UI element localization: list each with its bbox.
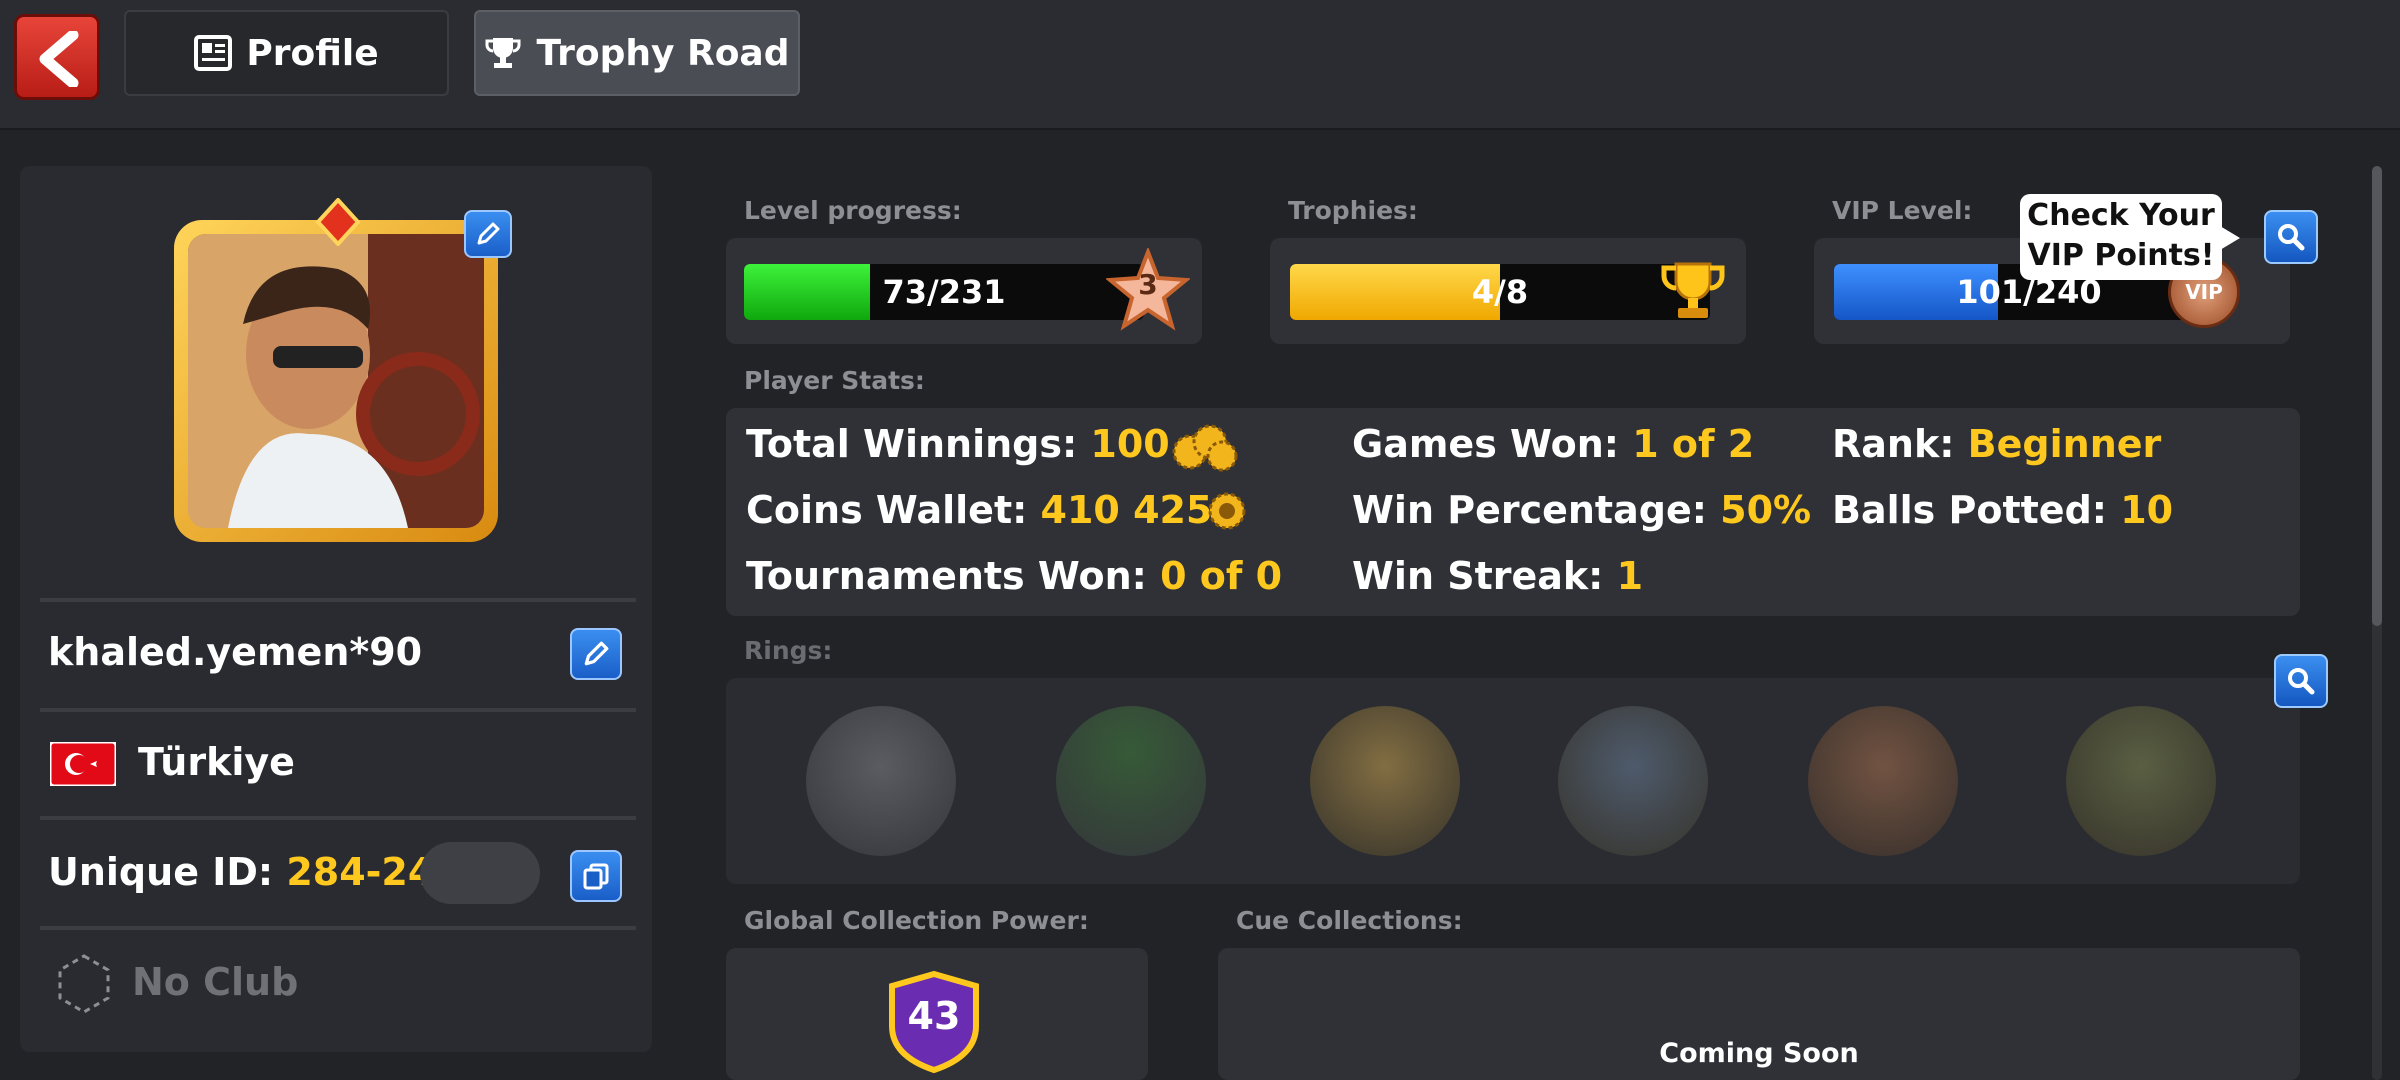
total-winnings-value: 100 bbox=[1090, 422, 1170, 466]
divider bbox=[40, 708, 636, 712]
profile-card-icon bbox=[194, 35, 233, 71]
level-number: 3 bbox=[1138, 268, 1158, 301]
player-stats-label: Player Stats: bbox=[744, 366, 925, 395]
avatar-gem-icon bbox=[315, 198, 361, 246]
back-button[interactable] bbox=[14, 14, 100, 100]
avatar-image bbox=[188, 234, 484, 528]
tab-trophy-road-label: Trophy Road bbox=[536, 32, 790, 74]
rank-label: Rank: bbox=[1832, 422, 1955, 466]
games-won-label: Games Won: bbox=[1352, 422, 1619, 466]
search-icon bbox=[2278, 224, 2305, 251]
ring-5-icon[interactable] bbox=[1808, 706, 1958, 856]
win-percentage-value: 50% bbox=[1720, 488, 1812, 532]
tournaments-won-value: 0 of 0 bbox=[1160, 554, 1283, 598]
games-won-value: 1 of 2 bbox=[1632, 422, 1755, 466]
trophies-text: 4/8 bbox=[1471, 273, 1529, 311]
tab-trophy-road[interactable]: Trophy Road bbox=[474, 10, 800, 96]
level-star-badge: 3 bbox=[1104, 246, 1192, 332]
level-progress-label: Level progress: bbox=[744, 196, 962, 225]
games-won-row: Games Won: 1 of 2 bbox=[1352, 422, 1754, 466]
cue-collections-label: Cue Collections: bbox=[1236, 906, 1463, 935]
collection-power-value: 43 bbox=[907, 994, 961, 1038]
rings-search-button[interactable] bbox=[2274, 654, 2328, 708]
edit-avatar-button[interactable] bbox=[464, 210, 512, 258]
ring-2-icon[interactable] bbox=[1056, 706, 1206, 856]
pencil-icon bbox=[477, 222, 500, 245]
balls-potted-label: Balls Potted: bbox=[1832, 488, 2107, 532]
global-collection-power-label: Global Collection Power: bbox=[744, 906, 1089, 935]
coins-wallet-value: 410 425 bbox=[1040, 488, 1213, 532]
tournaments-won-row: Tournaments Won: 0 of 0 bbox=[746, 554, 1282, 598]
copy-id-button[interactable] bbox=[570, 850, 622, 902]
avatar[interactable] bbox=[174, 220, 498, 542]
total-winnings-label: Total Winnings: bbox=[746, 422, 1078, 466]
divider bbox=[40, 926, 636, 930]
edit-username-button[interactable] bbox=[570, 628, 622, 680]
tab-profile-label: Profile bbox=[246, 32, 379, 74]
coins-wallet-label: Coins Wallet: bbox=[746, 488, 1028, 532]
back-arrow-icon bbox=[39, 31, 79, 87]
trophies-label: Trophies: bbox=[1288, 196, 1418, 225]
username: khaled.yemen*90 bbox=[48, 630, 423, 674]
coin-icon bbox=[1208, 492, 1246, 530]
trophies-bar: 4/8 bbox=[1290, 264, 1710, 320]
win-streak-row: Win Streak: 1 bbox=[1352, 554, 1643, 598]
id-redaction bbox=[420, 842, 540, 904]
unique-id-label: Unique ID: bbox=[48, 850, 274, 894]
balls-potted-row: Balls Potted: 10 bbox=[1832, 488, 2173, 532]
balls-potted-value: 10 bbox=[2120, 488, 2174, 532]
win-streak-label: Win Streak: bbox=[1352, 554, 1604, 598]
rings-label: Rings: bbox=[744, 636, 833, 665]
pencil-icon bbox=[584, 641, 609, 666]
divider bbox=[40, 598, 636, 602]
ring-3-icon[interactable] bbox=[1310, 706, 1460, 856]
vip-level-label: VIP Level: bbox=[1832, 196, 1973, 225]
unique-id-row: Unique ID: 284-249- bbox=[48, 850, 477, 894]
trophy-icon bbox=[485, 38, 521, 68]
turkey-flag-icon bbox=[50, 742, 116, 786]
avatar-illustration bbox=[188, 234, 484, 528]
ring-6-icon[interactable] bbox=[2066, 706, 2216, 856]
cue-collections-status: Coming Soon bbox=[1659, 1038, 1859, 1069]
scrollbar-thumb[interactable] bbox=[2372, 166, 2382, 626]
coin-stack-icon bbox=[1172, 424, 1238, 472]
tournaments-won-label: Tournaments Won: bbox=[746, 554, 1147, 598]
win-streak-value: 1 bbox=[1616, 554, 1644, 598]
win-percentage-row: Win Percentage: 50% bbox=[1352, 488, 1811, 532]
coins-wallet-row: Coins Wallet: 410 425 bbox=[746, 488, 1212, 532]
level-progress-text: 73/231 bbox=[882, 273, 1006, 311]
vip-search-button[interactable] bbox=[2264, 210, 2318, 264]
search-icon bbox=[2288, 668, 2315, 695]
club-status: No Club bbox=[132, 960, 299, 1004]
country-name: Türkiye bbox=[138, 740, 295, 784]
ring-4-icon[interactable] bbox=[1558, 706, 1708, 856]
tooltip-pointer bbox=[2220, 226, 2240, 250]
tab-profile[interactable]: Profile bbox=[124, 10, 449, 96]
win-percentage-label: Win Percentage: bbox=[1352, 488, 1707, 532]
rank-value: Beginner bbox=[1967, 422, 2162, 466]
divider bbox=[40, 816, 636, 820]
rings-box bbox=[726, 678, 2300, 884]
total-winnings-row: Total Winnings: 100 bbox=[746, 422, 1170, 466]
level-progress-bar: 73/231 bbox=[744, 264, 1144, 320]
club-placeholder-icon bbox=[58, 954, 110, 1014]
rank-row: Rank: Beginner bbox=[1832, 422, 2161, 466]
copy-icon bbox=[583, 863, 609, 890]
vip-tooltip: Check Your VIP Points! bbox=[2020, 194, 2222, 280]
ring-1-icon[interactable] bbox=[806, 706, 956, 856]
trophy-icon bbox=[1661, 262, 1725, 318]
